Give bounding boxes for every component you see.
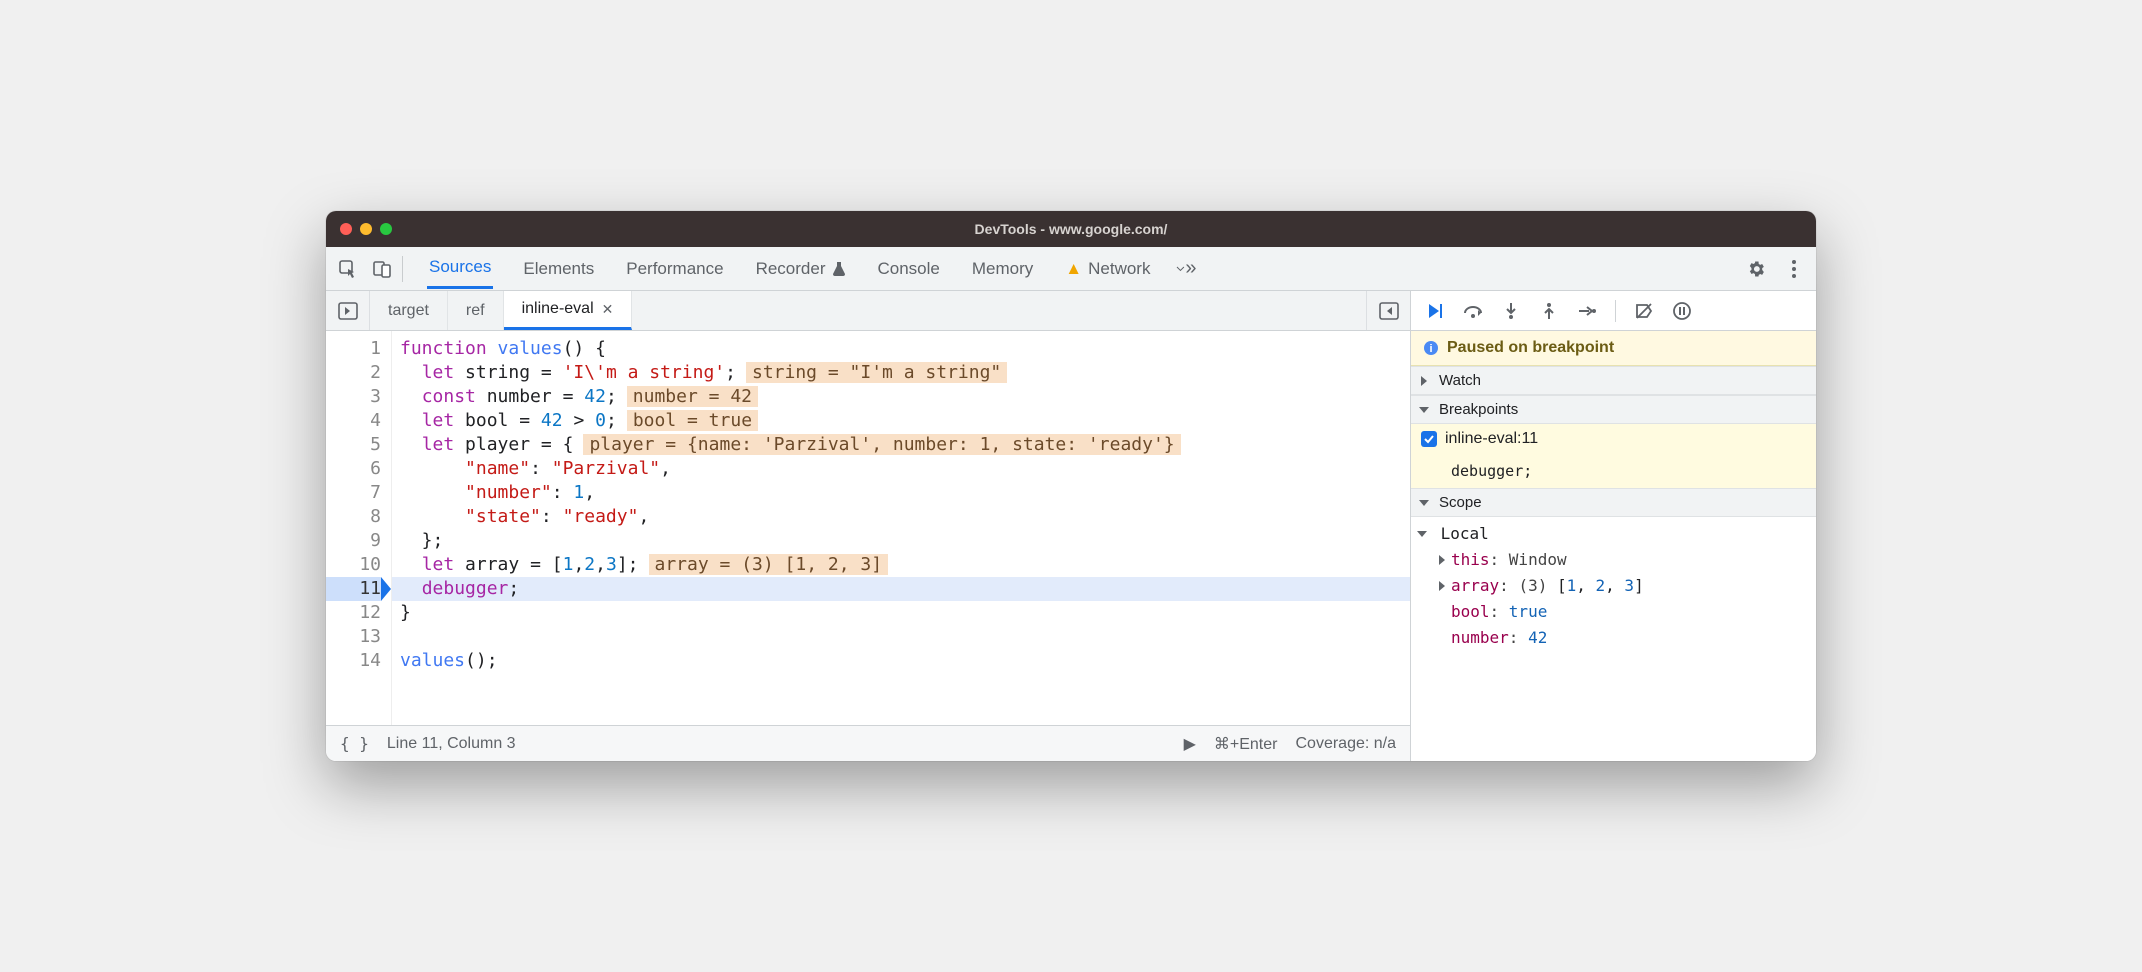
chevron-right-icon [1439,555,1445,565]
debugger-pane: i Paused on breakpoint Watch Breakpoints… [1411,291,1816,761]
code-line[interactable]: function values() { [392,337,1410,361]
code-lines[interactable]: function values() { let string = 'I\'m a… [392,331,1410,725]
settings-icon[interactable] [1746,259,1766,279]
panel-tabbar: Sources Elements Performance Recorder Co… [326,247,1816,291]
inline-value-hint: player = {name: 'Parzival', number: 1, s… [583,434,1180,455]
step-icon[interactable] [1577,301,1597,321]
chevron-right-icon [1439,581,1445,591]
inline-value-hint: number = 42 [627,386,758,407]
inline-value-hint: bool = true [627,410,758,431]
code-editor[interactable]: 1234567891011121314 function values() { … [326,331,1410,725]
code-line[interactable]: "number": 1, [392,481,1410,505]
file-tab-bar: target ref inline-eval ✕ [326,291,1410,331]
step-into-icon[interactable] [1501,301,1521,321]
line-gutter[interactable]: 1234567891011121314 [326,331,392,725]
file-tab-target[interactable]: target [370,291,448,330]
code-line[interactable] [392,625,1410,649]
warning-icon: ▲ [1065,259,1082,279]
file-tab-ref[interactable]: ref [448,291,504,330]
scope-section-header[interactable]: Scope [1411,488,1816,517]
step-over-icon[interactable] [1463,301,1483,321]
tab-elements[interactable]: Elements [521,248,596,289]
chevron-down-icon [1417,531,1427,537]
code-line[interactable]: let string = 'I\'m a string';string = "I… [392,361,1410,385]
inline-value-hint: string = "I'm a string" [746,362,1007,383]
code-line[interactable]: let bool = 42 > 0;bool = true [392,409,1410,433]
scope-variable[interactable]: number: 42 [1439,625,1808,651]
resume-icon[interactable] [1425,301,1445,321]
tab-sources[interactable]: Sources [427,248,493,289]
editor-statusbar: { } Line 11, Column 3 ▶ ⌘+Enter Coverage… [326,725,1410,761]
scope-variable[interactable]: array: (3) [1, 2, 3] [1439,573,1808,599]
chevron-down-icon [1419,407,1429,413]
scope-variable[interactable]: this: Window [1439,547,1808,573]
maximize-window-button[interactable] [380,223,392,235]
window-title: DevTools - www.google.com/ [326,221,1816,237]
tab-recorder[interactable]: Recorder [754,248,848,289]
tab-network[interactable]: ▲ Network [1063,248,1152,289]
inspect-element-icon[interactable] [338,259,358,279]
close-window-button[interactable] [340,223,352,235]
step-out-icon[interactable] [1539,301,1559,321]
title-bar: DevTools - www.google.com/ [326,211,1816,247]
code-line[interactable]: const number = 42;number = 42 [392,385,1410,409]
svg-text:i: i [1429,343,1432,355]
debugger-toolbar [1411,291,1816,331]
coverage-status: Coverage: n/a [1295,735,1396,753]
code-line[interactable]: let player = {player = {name: 'Parzival'… [392,433,1410,457]
navigator-toggle-icon[interactable] [326,291,370,330]
breakpoint-label: inline-eval:11 [1445,430,1538,448]
more-tabs-icon[interactable]: » [1176,259,1196,279]
devtools-window: DevTools - www.google.com/ Sources Eleme… [326,211,1816,761]
cursor-position: Line 11, Column 3 [387,735,516,753]
paused-banner: i Paused on breakpoint [1411,331,1816,366]
device-toggle-icon[interactable] [372,259,392,279]
window-controls [340,223,392,235]
flask-icon [832,261,846,277]
run-snippet-icon[interactable]: ▶ [1184,734,1196,754]
run-snippet-shortcut: ⌘+Enter [1214,734,1278,754]
breakpoints-section-header[interactable]: Breakpoints [1411,395,1816,424]
tab-console[interactable]: Console [876,248,942,289]
code-line[interactable]: "name": "Parzival", [392,457,1410,481]
more-file-actions-icon[interactable] [1366,291,1410,330]
editor-pane: target ref inline-eval ✕ 123456789101112… [326,291,1411,761]
code-line[interactable]: debugger; [392,577,1410,601]
tab-performance[interactable]: Performance [624,248,725,289]
file-tab-inline-eval[interactable]: inline-eval ✕ [504,291,633,330]
code-line[interactable]: }; [392,529,1410,553]
breakpoint-row[interactable]: inline-eval:11 [1411,424,1816,454]
scope-variable[interactable]: bool: true [1439,599,1808,625]
panel-tabs: Sources Elements Performance Recorder Co… [427,248,1152,289]
scope-local: Local this: Windowarray: (3) [1, 2, 3]bo… [1411,517,1816,661]
minimize-window-button[interactable] [360,223,372,235]
pretty-print-icon[interactable]: { } [340,734,369,753]
close-tab-icon[interactable]: ✕ [602,301,614,318]
code-line[interactable]: } [392,601,1410,625]
inline-value-hint: array = (3) [1, 2, 3] [649,554,889,575]
breakpoint-checkbox[interactable] [1421,431,1437,447]
code-line[interactable]: values(); [392,649,1410,673]
tab-memory[interactable]: Memory [970,248,1035,289]
code-line[interactable]: let array = [1,2,3];array = (3) [1, 2, 3… [392,553,1410,577]
code-line[interactable]: "state": "ready", [392,505,1410,529]
chevron-down-icon [1419,500,1429,506]
kebab-menu-icon[interactable] [1784,259,1804,279]
paused-text: Paused on breakpoint [1447,339,1614,357]
info-icon: i [1423,340,1439,356]
chevron-right-icon [1421,376,1427,386]
watch-section-header[interactable]: Watch [1411,366,1816,395]
scope-local-header[interactable]: Local [1419,521,1808,547]
pause-on-exceptions-icon[interactable] [1672,301,1692,321]
deactivate-breakpoints-icon[interactable] [1634,301,1654,321]
breakpoint-code: debugger; [1411,454,1816,488]
